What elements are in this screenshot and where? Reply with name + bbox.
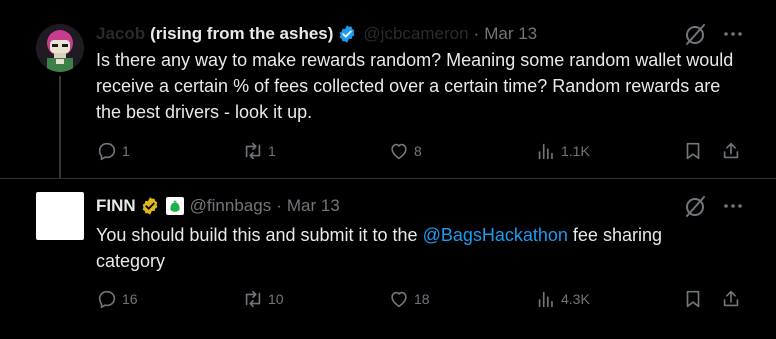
more-options-icon[interactable] (721, 22, 745, 46)
heart-icon (391, 291, 407, 308)
heart-icon (391, 143, 407, 160)
views-icon (538, 291, 553, 308)
views-count: 1.1K (561, 143, 590, 159)
repost-count: 10 (268, 291, 284, 307)
views-button[interactable]: 4.3K (535, 288, 590, 310)
tweet-text: You should build this and submit it to t… (96, 222, 736, 274)
views-icon (538, 143, 553, 160)
repost-count: 1 (268, 143, 276, 159)
bookmark-button[interactable] (682, 288, 704, 310)
like-count: 18 (414, 291, 430, 307)
repost-button[interactable]: 10 (242, 288, 284, 310)
avatar-jacob-image (36, 24, 84, 72)
bookmark-button[interactable] (682, 140, 704, 162)
reply-icon (98, 142, 116, 161)
bookmark-icon (686, 290, 700, 308)
tweet-actions: 16 10 18 4.3K (0, 288, 776, 312)
reply-button[interactable]: 1 (96, 140, 130, 162)
share-button[interactable] (720, 288, 742, 310)
separator-dot: · (473, 24, 480, 43)
tweet-text-start: You should build this and submit it to t… (96, 225, 423, 245)
tweet-text: Is there any way to make rewards random?… (96, 50, 734, 122)
reply-icon (98, 290, 116, 309)
tweet-jacob[interactable]: Jacob (rising from the ashes) @jcbcamero… (0, 0, 776, 179)
verified-gold-badge-icon (142, 197, 158, 215)
like-count: 8 (414, 143, 422, 159)
tweet-actions: 1 1 8 1.1K (0, 140, 776, 164)
like-button[interactable]: 18 (388, 288, 430, 310)
share-icon (723, 142, 739, 159)
more-options-icon[interactable] (721, 194, 745, 218)
author-name-suffix[interactable]: (rising from the ashes) (150, 24, 333, 44)
views-button[interactable]: 1.1K (535, 140, 590, 162)
author-name[interactable]: Jacob (96, 24, 145, 44)
author-handle[interactable]: @jcbcameron (363, 24, 468, 44)
tweet-header: Jacob (rising from the ashes) @jcbcamero… (96, 22, 537, 46)
avatar-finn[interactable] (36, 192, 84, 240)
money-bag-icon[interactable] (165, 197, 184, 215)
grok-icon[interactable] (684, 22, 708, 46)
views-count: 4.3K (561, 291, 590, 307)
share-icon (723, 290, 739, 307)
tweet-finn[interactable]: FINN @finnbags · Mar 13 You should build… (0, 178, 776, 339)
bookmark-icon (686, 142, 700, 160)
reply-count: 1 (122, 143, 130, 159)
repost-icon (245, 290, 261, 308)
like-button[interactable]: 8 (388, 140, 422, 162)
tweet-date[interactable]: Mar 13 (287, 196, 340, 216)
reply-button[interactable]: 16 (96, 288, 138, 310)
reply-count: 16 (122, 291, 138, 307)
verified-badge-icon (340, 25, 355, 43)
repost-icon (245, 142, 261, 160)
repost-button[interactable]: 1 (242, 140, 276, 162)
author-handle[interactable]: @finnbags (190, 196, 272, 216)
mention-link[interactable]: @BagsHackathon (423, 225, 568, 245)
share-button[interactable] (720, 140, 742, 162)
separator-dot: · (276, 196, 282, 215)
author-name[interactable]: FINN (96, 196, 136, 216)
grok-icon[interactable] (684, 194, 708, 218)
tweet-header: FINN @finnbags · Mar 13 (96, 194, 340, 218)
tweet-date[interactable]: Mar 13 (484, 24, 537, 44)
avatar-jacob[interactable] (36, 24, 84, 72)
